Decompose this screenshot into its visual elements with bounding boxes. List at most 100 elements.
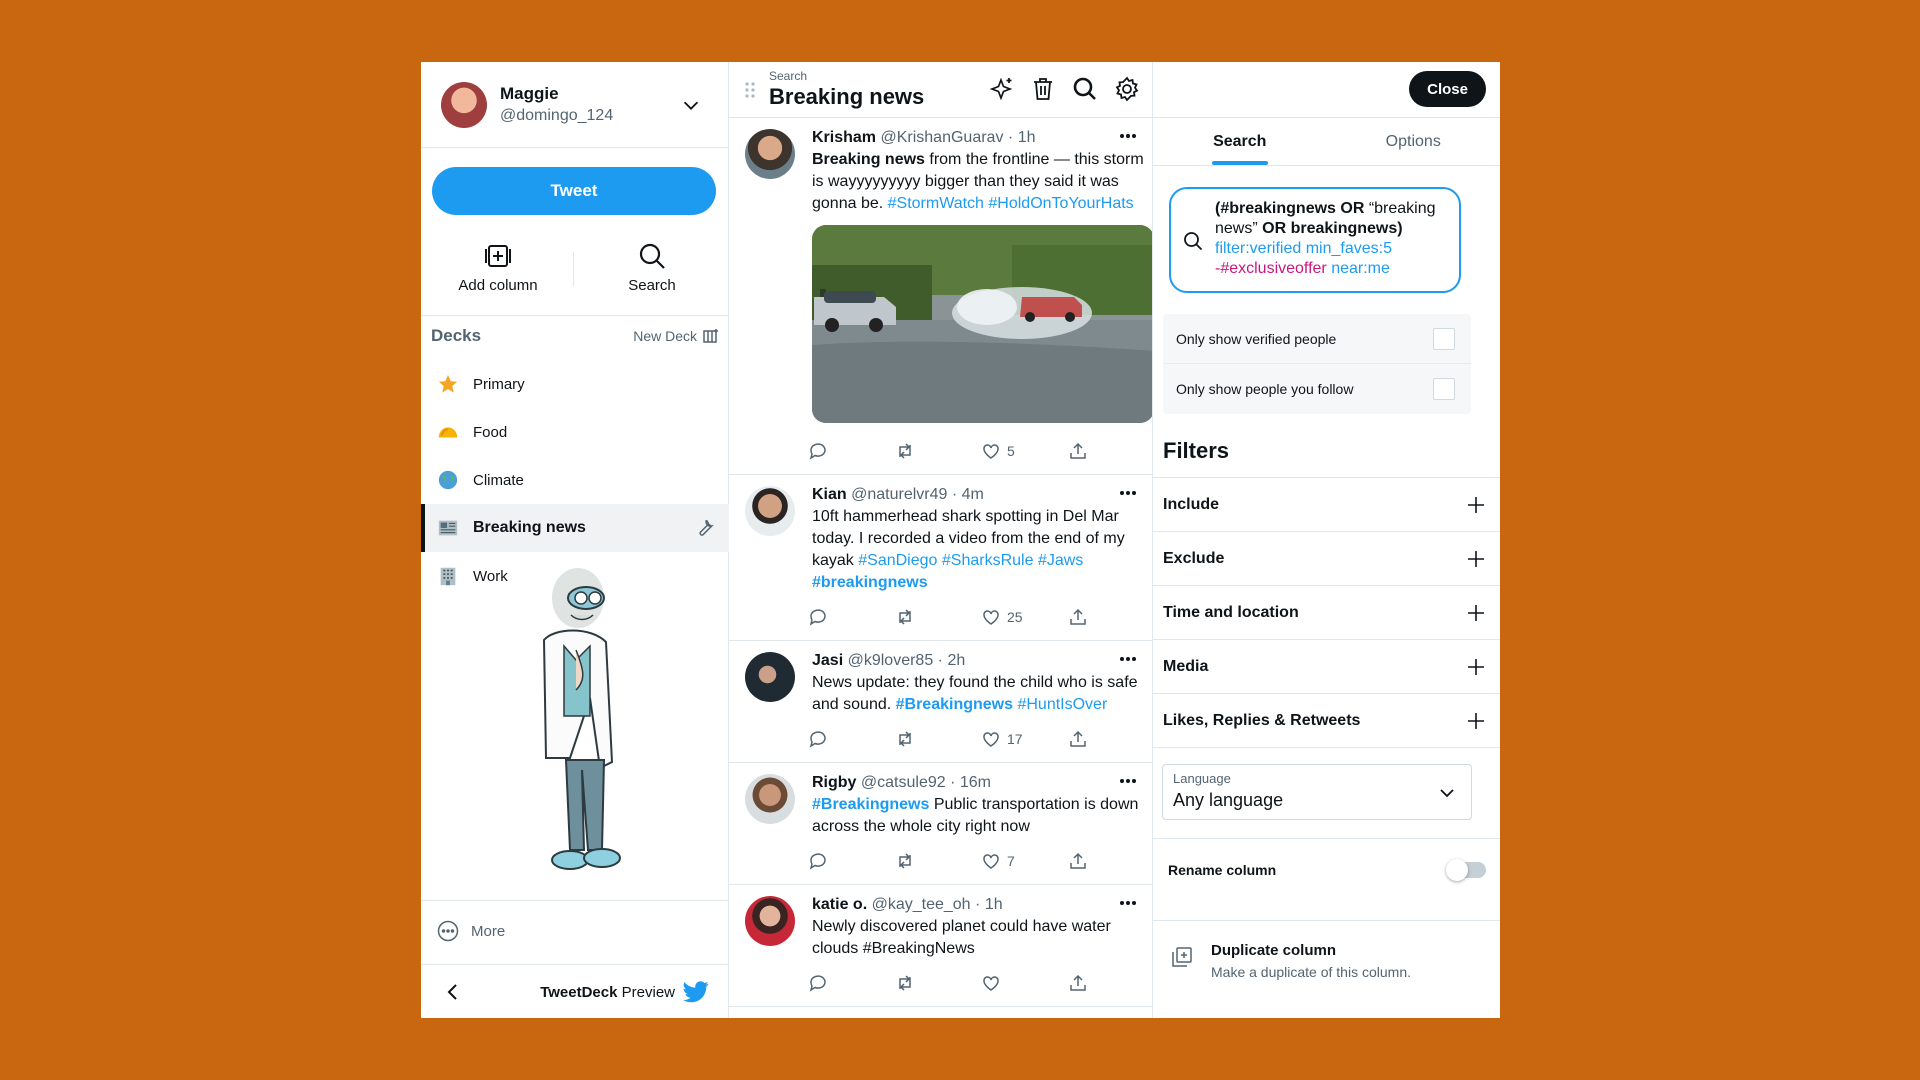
tweet-author-handle[interactable]: @KrishanGuarav bbox=[880, 129, 1003, 146]
tweet-bold-hashtag[interactable]: #breakingnews bbox=[812, 574, 928, 591]
reply-button[interactable] bbox=[808, 851, 895, 871]
tweet-item[interactable]: Kian @naturelvr49 · 4m 10ft hammerhead s… bbox=[729, 475, 1152, 641]
tweet-hashtags[interactable]: #HuntIsOver bbox=[1017, 696, 1107, 713]
filter-include[interactable]: Include bbox=[1153, 477, 1500, 531]
add-column-button[interactable]: Add column bbox=[421, 232, 575, 302]
follow-checkbox[interactable] bbox=[1433, 378, 1455, 400]
duplicate-title: Duplicate column bbox=[1211, 942, 1337, 959]
retweet-button[interactable] bbox=[895, 851, 982, 871]
deck-item-food[interactable]: Food bbox=[421, 408, 729, 456]
avatar[interactable] bbox=[745, 896, 795, 946]
avatar[interactable] bbox=[745, 774, 795, 824]
brand-suffix: Preview bbox=[621, 983, 675, 1001]
more-options-icon[interactable] bbox=[1118, 132, 1138, 140]
chevron-left-icon[interactable] bbox=[441, 980, 465, 1004]
wrench-icon[interactable] bbox=[693, 517, 715, 539]
reply-button[interactable] bbox=[808, 607, 895, 627]
more-options-icon[interactable] bbox=[1118, 655, 1138, 663]
avatar[interactable] bbox=[745, 486, 795, 536]
more-options-icon[interactable] bbox=[1118, 777, 1138, 785]
tweet-author-name[interactable]: katie o. bbox=[812, 896, 867, 913]
tweet-media-image[interactable] bbox=[812, 225, 1153, 423]
more-button[interactable]: More bbox=[437, 920, 505, 942]
account-name: Maggie bbox=[500, 84, 559, 103]
more-options-icon[interactable] bbox=[1118, 489, 1138, 497]
share-button[interactable] bbox=[1068, 441, 1153, 461]
filter-media[interactable]: Media bbox=[1153, 639, 1500, 693]
tab-options[interactable]: Options bbox=[1327, 118, 1501, 165]
share-button[interactable] bbox=[1068, 729, 1153, 749]
tweet-author-name[interactable]: Rigby bbox=[812, 774, 856, 791]
tweet-author-handle[interactable]: @k9lover85 bbox=[848, 652, 934, 669]
star-icon bbox=[437, 373, 459, 395]
deck-item-climate[interactable]: Climate bbox=[421, 456, 729, 504]
deck-item-breaking-news[interactable]: Breaking news bbox=[421, 504, 729, 552]
retweet-button[interactable] bbox=[895, 607, 982, 627]
like-count: 7 bbox=[1007, 853, 1015, 869]
tab-search[interactable]: Search bbox=[1153, 118, 1327, 165]
search-button[interactable]: Search bbox=[575, 232, 729, 302]
like-button[interactable]: 17 bbox=[981, 729, 1068, 749]
tweet-author-name[interactable]: Jasi bbox=[812, 652, 843, 669]
tweet-bold-hashtag[interactable]: #Breakingnews bbox=[812, 796, 929, 813]
check-follow-row[interactable]: Only show people you follow bbox=[1163, 364, 1471, 414]
tweet-hashtags[interactable]: #StormWatch #HoldOnToYourHats bbox=[888, 195, 1134, 212]
retweet-button[interactable] bbox=[895, 729, 982, 749]
close-button[interactable]: Close bbox=[1409, 71, 1486, 107]
search-query-input[interactable]: (#breakingnews OR “breaking news” OR bre… bbox=[1169, 187, 1461, 293]
tweet-item[interactable]: Jasi @k9lover85 · 2h News update: they f… bbox=[729, 641, 1152, 763]
search-icon[interactable] bbox=[1072, 76, 1098, 102]
reply-button[interactable] bbox=[808, 729, 895, 749]
account-switcher[interactable]: Maggie @domingo_124 bbox=[421, 62, 728, 148]
tweet-author-handle[interactable]: @kay_tee_oh bbox=[872, 896, 971, 913]
share-button[interactable] bbox=[1068, 851, 1153, 871]
reply-button[interactable] bbox=[808, 441, 895, 461]
query-filter: filter:verified min_faves:5 bbox=[1215, 240, 1392, 257]
tweet-hashtags[interactable]: #SanDiego #SharksRule #Jaws bbox=[858, 552, 1083, 569]
tweet-author-name[interactable]: Krisham bbox=[812, 129, 876, 146]
gear-icon[interactable] bbox=[1114, 76, 1140, 102]
reply-button[interactable] bbox=[808, 973, 895, 993]
filter-label: Likes, Replies & Retweets bbox=[1163, 711, 1361, 729]
sparkle-icon[interactable] bbox=[988, 76, 1014, 102]
filter-time-location[interactable]: Time and location bbox=[1153, 585, 1500, 639]
chevron-down-icon[interactable] bbox=[680, 94, 702, 116]
tweet-author-handle[interactable]: @catsule92 bbox=[861, 774, 946, 791]
like-button[interactable]: 7 bbox=[981, 851, 1068, 871]
tweet-author-name[interactable]: Kian bbox=[812, 486, 847, 503]
tweet-button[interactable]: Tweet bbox=[432, 167, 716, 215]
retweet-button[interactable] bbox=[895, 441, 982, 461]
verified-checkbox[interactable] bbox=[1433, 327, 1455, 350]
share-button[interactable] bbox=[1068, 607, 1153, 627]
like-button[interactable]: 5 bbox=[981, 441, 1068, 461]
retweet-button[interactable] bbox=[895, 973, 982, 993]
drag-handle-icon[interactable] bbox=[743, 81, 757, 99]
tweet-item[interactable]: katie o. @kay_tee_oh · 1h Newly discover… bbox=[729, 885, 1152, 1007]
like-button[interactable] bbox=[981, 973, 1068, 993]
column-header: Search Breaking news bbox=[729, 62, 1152, 118]
tweet-item[interactable]: Rigby @catsule92 · 16m #Breakingnews Pub… bbox=[729, 763, 1152, 885]
share-icon bbox=[1069, 442, 1086, 459]
like-button[interactable]: 25 bbox=[981, 607, 1068, 627]
more-options-icon[interactable] bbox=[1118, 899, 1138, 907]
tweet-author-handle[interactable]: @naturelvr49 bbox=[851, 486, 947, 503]
share-icon bbox=[1069, 608, 1086, 625]
rename-toggle[interactable] bbox=[1446, 859, 1486, 881]
duplicate-column-button[interactable]: Duplicate column Make a duplicate of thi… bbox=[1171, 942, 1411, 980]
trash-icon[interactable] bbox=[1030, 76, 1056, 102]
language-select[interactable]: Language Any language bbox=[1162, 764, 1472, 820]
check-verified-row[interactable]: Only show verified people bbox=[1163, 314, 1471, 364]
share-button[interactable] bbox=[1068, 973, 1153, 993]
tweet-item[interactable]: Krisham @KrishanGuarav · 1h Breaking new… bbox=[729, 118, 1152, 475]
search-label: Search bbox=[628, 276, 676, 294]
decks-title: Decks bbox=[431, 326, 482, 345]
brand-name: TweetDeck bbox=[540, 983, 618, 1001]
new-deck-button[interactable]: New Deck bbox=[633, 328, 719, 344]
deck-item-label: Food bbox=[473, 423, 508, 441]
filter-engagement[interactable]: Likes, Replies & Retweets bbox=[1153, 693, 1500, 747]
avatar[interactable] bbox=[745, 129, 795, 179]
avatar[interactable] bbox=[745, 652, 795, 702]
tweet-bold-hashtag[interactable]: #Breakingnews bbox=[896, 696, 1013, 713]
deck-item-primary[interactable]: Primary bbox=[421, 360, 729, 408]
filter-exclude[interactable]: Exclude bbox=[1153, 531, 1500, 585]
